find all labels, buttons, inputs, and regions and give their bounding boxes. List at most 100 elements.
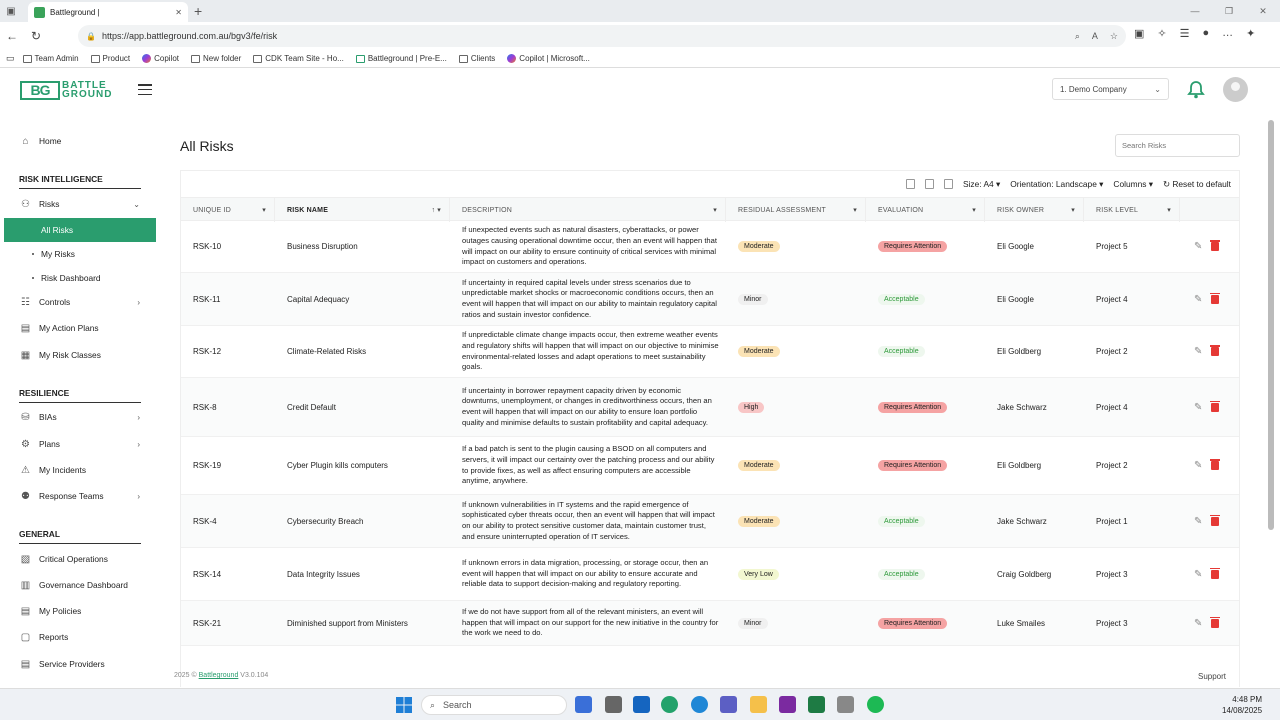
excel-icon[interactable] [808, 696, 825, 713]
delete-trash-icon[interactable] [1210, 567, 1221, 579]
delete-trash-icon[interactable] [1210, 459, 1221, 470]
system-clock[interactable]: 4:48 PM 14/08/2025 [1222, 694, 1262, 716]
bookmark[interactable]: Product [87, 54, 135, 63]
column-header-risk-name[interactable]: RISK NAME ↑ ▾ [275, 198, 450, 222]
bookmark[interactable]: Clients [455, 54, 499, 63]
sidebar-item-service-providers[interactable]: ▤ Service Providers [4, 654, 156, 674]
sidebar-item-response-teams[interactable]: ⚉ Response Teams › [4, 486, 156, 506]
edit-pencil-icon[interactable]: ✎ [1194, 618, 1202, 629]
sidebar-item-reports[interactable]: ▢ Reports [4, 627, 156, 647]
table-row[interactable]: RSK-4 Cybersecurity Breach If unknown vuln… [181, 495, 1239, 548]
back-icon[interactable]: ← [0, 29, 24, 43]
bell-icon[interactable] [1186, 80, 1206, 100]
window-menu-icon[interactable]: ▣ [0, 0, 22, 22]
edit-pencil-icon[interactable]: ✎ [1194, 241, 1202, 252]
filter-icon[interactable]: ▾ [713, 206, 717, 214]
minimize-icon[interactable]: — [1178, 0, 1212, 22]
filter-icon[interactable]: ▾ [1071, 206, 1075, 214]
table-row[interactable]: RSK-21 Diminished support from Ministers I… [181, 601, 1239, 646]
puzzle-icon[interactable]: ✧ [1157, 27, 1166, 40]
table-row[interactable]: RSK-8 Credit Default If uncertainty in bor… [181, 378, 1239, 437]
sidebar-item-controls[interactable]: ☷ Controls › [4, 292, 156, 312]
bookmark[interactable]: Copilot | Microsoft... [503, 54, 594, 63]
taskbar-search[interactable]: ⌕ Search [421, 695, 567, 715]
export-pdf-icon[interactable] [943, 179, 953, 189]
company-select[interactable]: 1. Demo Company ⌄ [1052, 78, 1169, 100]
bookmark[interactable]: Battleground | Pre-E... [352, 54, 451, 63]
browser-tab[interactable]: Battleground | ✕ [28, 2, 188, 22]
filter-icon[interactable]: ▾ [972, 206, 976, 214]
sidebar-item-risk-classes[interactable]: ▦ My Risk Classes [4, 345, 156, 365]
filter-icon[interactable]: ▾ [853, 206, 857, 214]
windows-start-icon[interactable] [396, 697, 412, 713]
column-header-residual[interactable]: RESIDUAL ASSESSMENT ▾ [726, 198, 866, 222]
extension-icon[interactable]: ▣ [1134, 27, 1144, 40]
sidebar-item-home[interactable]: ⌂ Home [4, 131, 156, 151]
bookmark[interactable]: New folder [187, 54, 245, 63]
column-header-description[interactable]: DESCRIPTION ▾ [450, 198, 726, 222]
avatar[interactable] [1223, 77, 1248, 102]
onenote-icon[interactable] [779, 696, 796, 713]
column-header-unique-id[interactable]: UNIQUE ID ▾ [181, 198, 275, 222]
spotify-icon[interactable] [867, 696, 884, 713]
column-header-risk-level[interactable]: RISK LEVEL ▾ [1084, 198, 1180, 222]
address-bar[interactable]: 🔒 https://app.battleground.com.au/bgv3/f… [78, 25, 1126, 47]
sidebar-item-risks[interactable]: ⚇ Risks ⌄ [4, 194, 156, 214]
bookmark[interactable]: CDK Team Site - Ho... [249, 54, 348, 63]
more-icon[interactable]: … [1222, 27, 1233, 40]
battleground-logo[interactable]: BG BATTLE GROUND [20, 80, 130, 100]
new-tab-icon[interactable]: + [194, 3, 202, 19]
filter-icon[interactable]: ▾ [262, 206, 266, 214]
collections-icon[interactable]: ☰ [1180, 27, 1190, 40]
sort-asc-icon[interactable]: ↑ ▾ [431, 206, 441, 214]
table-row[interactable]: RSK-12 Climate-Related Risks If unpredicta… [181, 326, 1239, 378]
read-aloud-icon[interactable]: A [1092, 31, 1098, 42]
columns-button[interactable]: Columns ▾ [1113, 179, 1153, 189]
edge-icon[interactable] [661, 696, 678, 713]
sidebar-item-risk-dashboard[interactable]: Risk Dashboard [4, 266, 156, 290]
file-explorer-icon[interactable] [750, 696, 767, 713]
close-window-icon[interactable]: ✕ [1246, 0, 1280, 22]
sidebar-item-plans[interactable]: ⚙ Plans › [4, 434, 156, 454]
column-header-risk-owner[interactable]: RISK OWNER ▾ [985, 198, 1084, 222]
restore-icon[interactable]: ❐ [1212, 0, 1246, 22]
export-csv-icon[interactable] [924, 179, 934, 189]
bookmark[interactable]: Copilot [138, 54, 183, 63]
bookmark[interactable]: Team Admin [19, 54, 83, 63]
sidebar-item-governance-dashboard[interactable]: ▥ Governance Dashboard [4, 575, 156, 595]
sidebar-item-my-risks[interactable]: My Risks [4, 242, 156, 266]
sidebar-item-critical-operations[interactable]: ▧ Critical Operations [4, 549, 156, 569]
snipping-tool-icon[interactable] [837, 696, 854, 713]
teams-icon[interactable] [720, 696, 737, 713]
battleground-link[interactable]: Battleground [199, 672, 239, 679]
sidebar-item-incidents[interactable]: ⚠ My Incidents [4, 460, 156, 480]
widgets-icon[interactable] [575, 696, 592, 713]
table-row[interactable]: RSK-14 Data Integrity Issues If unknown er… [181, 548, 1239, 601]
support-link[interactable]: Support [1198, 672, 1226, 681]
delete-trash-icon[interactable] [1210, 400, 1221, 412]
delete-trash-icon[interactable] [1210, 616, 1221, 628]
tab-actions-icon[interactable]: ▭ [6, 53, 15, 64]
table-row[interactable]: RSK-10 Business Disruption If unexpected e… [181, 221, 1239, 273]
scrollbar[interactable] [1268, 120, 1274, 530]
orientation-select[interactable]: Orientation: Landscape ▾ [1010, 179, 1103, 189]
refresh-icon[interactable]: ↻ [24, 29, 48, 43]
favorite-star-icon[interactable]: ☆ [1110, 31, 1118, 42]
search-input[interactable] [1115, 134, 1240, 157]
sidebar-item-policies[interactable]: ▤ My Policies [4, 601, 156, 621]
table-row[interactable]: RSK-19 Cyber Plugin kills computers If a b… [181, 437, 1239, 495]
sidebar-item-bias[interactable]: ⛁ BIAs › [4, 407, 156, 427]
table-row[interactable]: RSK-11 Capital Adequacy If uncertainty in … [181, 273, 1239, 326]
close-tab-icon[interactable]: ✕ [175, 8, 182, 17]
profile-icon[interactable]: ● [1203, 27, 1210, 40]
copilot-icon[interactable]: ✦ [1246, 27, 1255, 40]
edit-pencil-icon[interactable]: ✎ [1194, 516, 1202, 527]
zoom-icon[interactable]: ⌕ [1075, 31, 1080, 42]
sidebar-item-action-plans[interactable]: ▤ My Action Plans [4, 318, 156, 338]
outlook-icon[interactable] [633, 696, 650, 713]
edit-pencil-icon[interactable]: ✎ [1194, 346, 1202, 357]
hamburger-menu-icon[interactable] [138, 84, 152, 95]
filter-icon[interactable]: ▾ [1167, 206, 1171, 214]
delete-trash-icon[interactable] [1210, 292, 1221, 304]
delete-trash-icon[interactable] [1210, 240, 1221, 251]
